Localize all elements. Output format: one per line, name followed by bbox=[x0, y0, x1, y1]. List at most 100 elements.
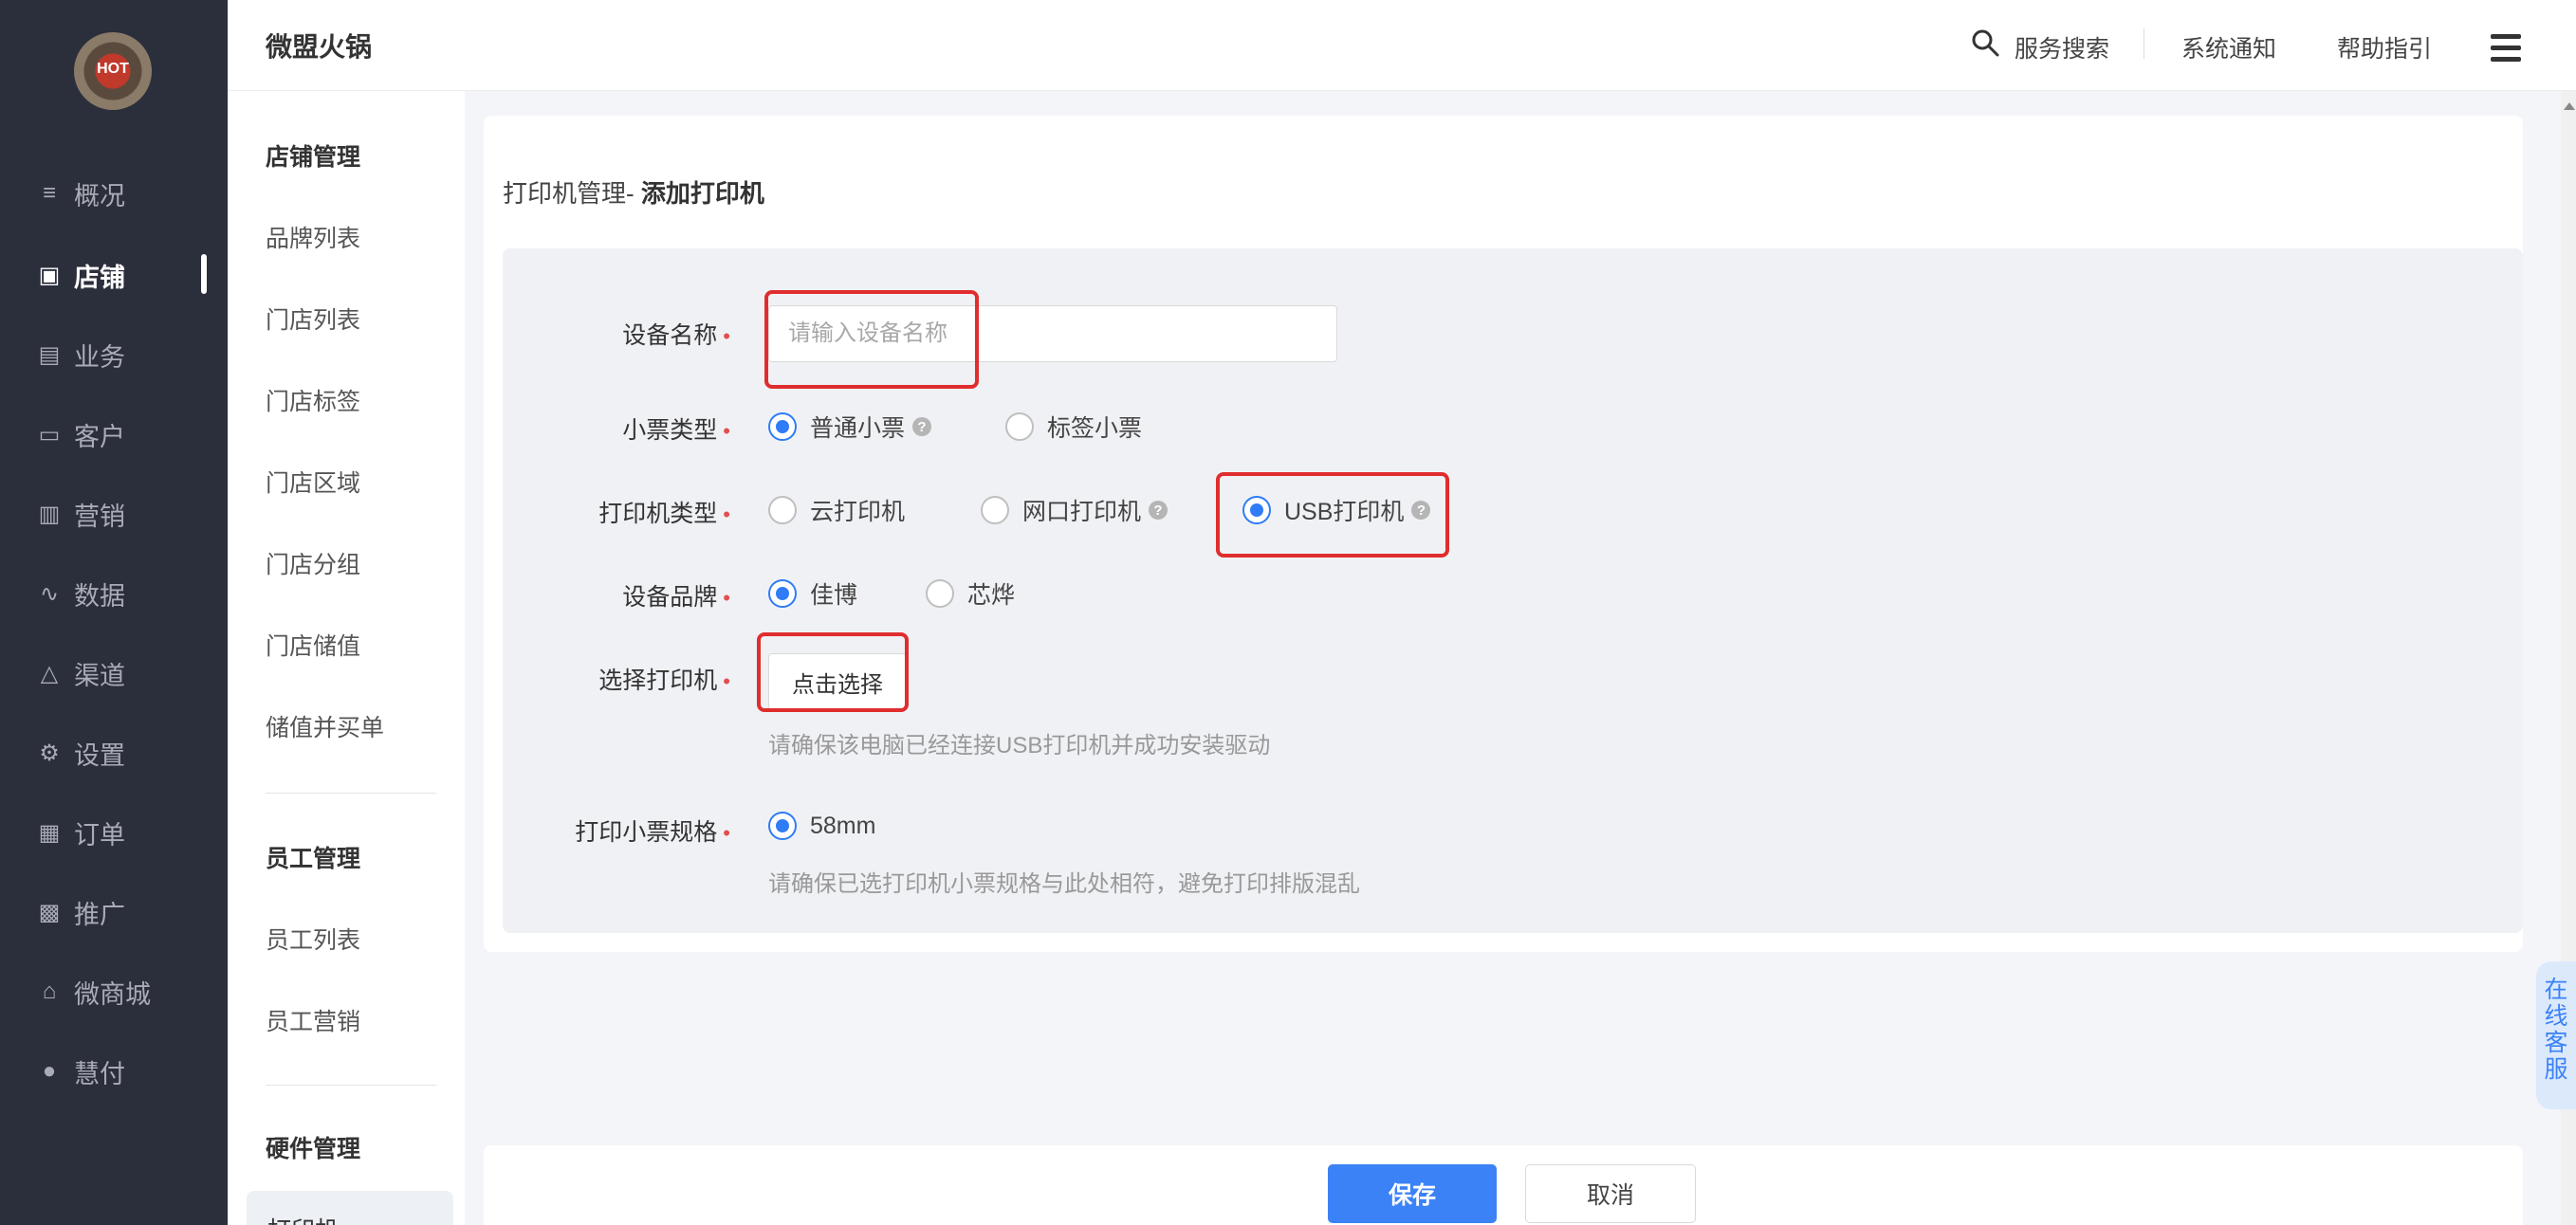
nav-item-label: 数据 bbox=[74, 581, 125, 611]
settings-icon: ⚙ bbox=[39, 740, 60, 766]
radio-ticket-normal[interactable]: 普通小票 ? bbox=[768, 410, 932, 444]
device-name-label: 设备名称 • bbox=[503, 317, 730, 351]
radio-ticket-label[interactable]: 标签小票 bbox=[1005, 410, 1142, 444]
subnav-item-store-stored-value[interactable]: 门店储值 bbox=[266, 628, 360, 662]
radio-brand-xinye[interactable]: 芯烨 bbox=[926, 576, 1015, 611]
subnav-item-staff-list[interactable]: 员工列表 bbox=[266, 922, 360, 956]
nav-item-customer[interactable]: ▭ 客户 bbox=[36, 413, 216, 455]
subnav-item-staff-marketing[interactable]: 员工营销 bbox=[266, 1003, 360, 1037]
breadcrumb-parent[interactable]: 打印机管理- bbox=[503, 179, 635, 208]
required-mark: • bbox=[723, 669, 730, 693]
nav-active-indicator bbox=[201, 254, 207, 294]
brand-label-text: 设备品牌 bbox=[622, 584, 718, 611]
printer-form: 设备名称• 小票类型• 普通小票 ? 标签小票 打印机类型• 云打印机 网口打印… bbox=[503, 248, 2523, 933]
subnav-group-staff: 员工管理 bbox=[266, 846, 361, 872]
subnav-item-store-list[interactable]: 门店列表 bbox=[266, 302, 360, 336]
brand-label: 设备品牌 • bbox=[503, 578, 730, 612]
subnav-group-store: 店铺管理 bbox=[266, 144, 361, 171]
nav-item-label: 订单 bbox=[74, 820, 125, 850]
business-icon: ▤ bbox=[38, 341, 61, 368]
subnav-group-hardware: 硬件管理 bbox=[266, 1136, 361, 1162]
subnav-item-brand-list[interactable]: 品牌列表 bbox=[266, 220, 360, 254]
breadcrumb-current: 添加打印机 bbox=[640, 179, 764, 208]
radio-dot bbox=[981, 496, 1009, 524]
subnav-divider bbox=[266, 793, 436, 794]
printer-type-label: 打印机类型 • bbox=[503, 495, 730, 529]
nav-item-label: 概况 bbox=[74, 181, 125, 210]
footer-bar: 保存 取消 bbox=[484, 1145, 2523, 1225]
marketing-icon: ▥ bbox=[38, 501, 61, 527]
subnav-divider bbox=[266, 1085, 436, 1086]
select-printer-label: 选择打印机 • bbox=[503, 662, 730, 696]
ticket-spec-label-text: 打印小票规格 bbox=[575, 819, 718, 846]
nav-item-settings[interactable]: ⚙ 设置 bbox=[36, 732, 216, 774]
select-printer-label-text: 选择打印机 bbox=[598, 667, 718, 694]
question-icon[interactable]: ? bbox=[912, 417, 932, 436]
order-icon: ▦ bbox=[38, 819, 61, 846]
radio-label: 网口打印机 bbox=[1022, 499, 1142, 525]
ticket-spec-hint: 请确保已选打印机小票规格与此处相符，避免打印排版混乱 bbox=[768, 871, 1360, 897]
subnav-item-printer[interactable]: 打印机 bbox=[247, 1191, 453, 1225]
system-notice-link[interactable]: 系统通知 bbox=[2181, 30, 2276, 64]
nav-item-order[interactable]: ▦ 订单 bbox=[36, 812, 216, 853]
service-search-link[interactable]: 服务搜索 bbox=[2015, 30, 2109, 64]
scroll-up-arrow-icon[interactable] bbox=[2564, 102, 2575, 110]
top-bar: 微盟火锅 服务搜索 系统通知 帮助指引 bbox=[228, 0, 2576, 91]
radio-label: 云打印机 bbox=[810, 499, 906, 525]
radio-spec-58mm[interactable]: 58mm bbox=[768, 812, 875, 840]
store-avatar[interactable]: HOT bbox=[74, 32, 152, 110]
save-button[interactable]: 保存 bbox=[1328, 1164, 1497, 1223]
online-service-button[interactable]: 在线客服 bbox=[2536, 961, 2576, 1109]
radio-printer-network[interactable]: 网口打印机 ? bbox=[981, 493, 1168, 527]
help-guide-link[interactable]: 帮助指引 bbox=[2337, 30, 2432, 64]
mall-icon: ⌂ bbox=[42, 978, 57, 1004]
search-icon[interactable] bbox=[1971, 28, 1999, 57]
radio-label: 芯烨 bbox=[967, 582, 1016, 609]
subnav-item-store-area[interactable]: 门店区域 bbox=[266, 465, 360, 499]
ticket-type-label-text: 小票类型 bbox=[622, 417, 718, 444]
question-icon[interactable]: ? bbox=[1149, 501, 1168, 520]
app-title: 微盟火锅 bbox=[266, 32, 373, 62]
nav-item-mall[interactable]: ⌂ 微商城 bbox=[36, 971, 216, 1013]
select-printer-hint: 请确保该电脑已经连接USB打印机并成功安装驱动 bbox=[768, 733, 1271, 759]
radio-dot bbox=[768, 812, 797, 840]
nav-item-label: 客户 bbox=[74, 422, 125, 451]
radio-label: 普通小票 bbox=[810, 415, 906, 442]
nav-item-business[interactable]: ▤ 业务 bbox=[36, 334, 216, 375]
device-name-label-text: 设备名称 bbox=[622, 322, 718, 349]
subnav-item-store-tags[interactable]: 门店标签 bbox=[266, 383, 360, 417]
nav-item-label: 营销 bbox=[74, 502, 125, 531]
nav-item-label: 推广 bbox=[74, 900, 125, 929]
radio-dot bbox=[926, 579, 954, 608]
nav-item-pay[interactable]: ● 慧付 bbox=[36, 1051, 216, 1092]
cancel-button[interactable]: 取消 bbox=[1525, 1164, 1696, 1223]
nav-item-overview[interactable]: ≡ 概况 bbox=[36, 173, 216, 214]
nav-item-label: 店铺 bbox=[74, 263, 125, 292]
highlight-box-select-printer bbox=[757, 632, 909, 712]
nav-item-data[interactable]: ∿ 数据 bbox=[36, 573, 216, 614]
main-card: 打印机管理- 添加打印机 设备名称• 小票类型• 普通小票 ? 标签小票 打印机… bbox=[484, 116, 2523, 952]
radio-label: 佳博 bbox=[810, 582, 858, 609]
ticket-spec-label: 打印小票规格 • bbox=[503, 814, 730, 848]
secondary-sidebar: 店铺管理 品牌列表 门店列表 门店标签 门店区域 门店分组 门店储值 储值并买单… bbox=[228, 91, 465, 1225]
radio-brand-jiabo[interactable]: 佳博 bbox=[768, 576, 857, 611]
nav-item-store[interactable]: ▣ 店铺 bbox=[36, 254, 216, 296]
required-mark: • bbox=[723, 419, 730, 443]
nav-item-promotion[interactable]: ▩ 推广 bbox=[36, 891, 216, 933]
nav-item-marketing[interactable]: ▥ 营销 bbox=[36, 493, 216, 535]
subnav-item-store-group[interactable]: 门店分组 bbox=[266, 546, 360, 580]
nav-item-channel[interactable]: △ 渠道 bbox=[36, 652, 216, 694]
hamburger-menu-icon[interactable] bbox=[2491, 34, 2521, 63]
data-icon: ∿ bbox=[39, 580, 60, 607]
subnav-item-stored-value-pay[interactable]: 储值并买单 bbox=[266, 709, 384, 743]
required-mark: • bbox=[723, 821, 730, 845]
nav-item-label: 渠道 bbox=[74, 661, 125, 690]
main-sidebar: HOT ≡ 概况 ▣ 店铺 ▤ 业务 ▭ 客户 ▥ 营销 ∿ 数据 △ 渠道 ⚙… bbox=[0, 0, 228, 1225]
channel-icon: △ bbox=[40, 660, 59, 686]
nav-item-label: 设置 bbox=[74, 740, 125, 770]
highlight-box-device-name bbox=[764, 290, 979, 389]
radio-dot bbox=[1005, 412, 1034, 441]
overview-icon: ≡ bbox=[42, 180, 56, 206]
radio-dot bbox=[768, 496, 797, 524]
radio-printer-cloud[interactable]: 云打印机 bbox=[768, 493, 905, 527]
